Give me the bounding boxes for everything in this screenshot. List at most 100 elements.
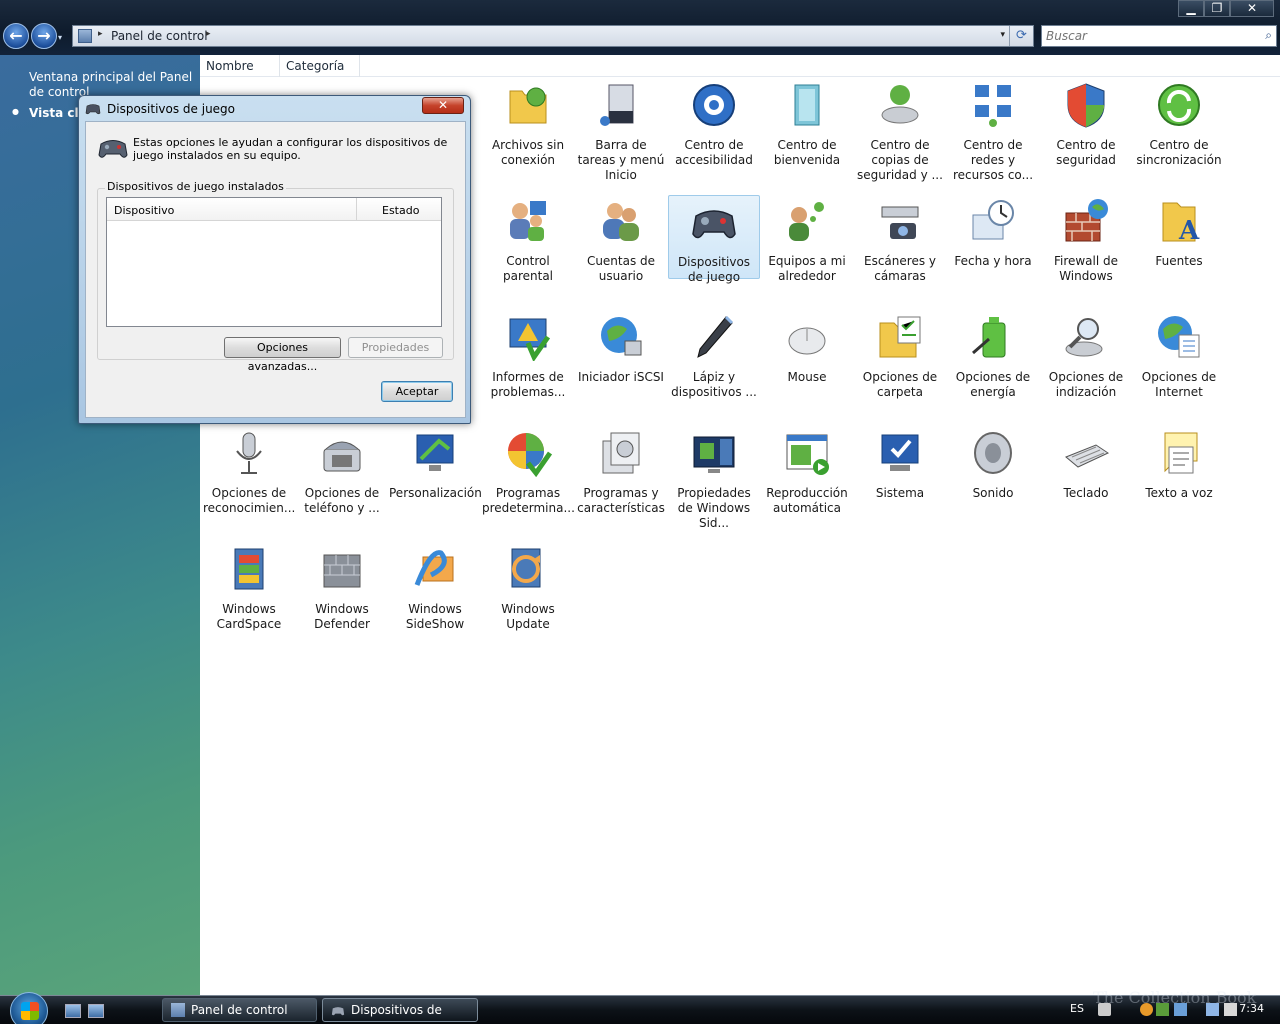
- internet-icon: [1158, 316, 1200, 358]
- dialog-title: Dispositivos de juego: [107, 102, 236, 116]
- taskbar-button-label: Panel de control: [191, 1003, 288, 1017]
- item-label: Opciones de carpeta: [862, 370, 938, 399]
- item-label: Cuentas de usuario: [586, 254, 656, 283]
- gamepad-icon: [85, 104, 101, 115]
- control-panel-item[interactable]: Opciones de Internet: [1133, 311, 1225, 399]
- column-headers: Nombre Categoría: [200, 55, 1280, 77]
- item-label: Windows CardSpace: [216, 602, 282, 631]
- breadcrumb-separator-icon[interactable]: ▸: [206, 29, 211, 39]
- search-box[interactable]: ⌕: [1041, 25, 1277, 47]
- dialog-body: Estas opciones le ayudan a configurar lo…: [85, 121, 466, 418]
- ok-button[interactable]: Aceptar: [381, 381, 453, 402]
- advanced-options-button[interactable]: Opciones avanzadas...: [224, 337, 341, 373]
- search-input[interactable]: [1046, 27, 1246, 45]
- control-panel-item[interactable]: Centro de sincronización: [1133, 79, 1225, 167]
- control-panel-item[interactable]: Windows CardSpace: [203, 543, 295, 631]
- recent-pages-dropdown[interactable]: ▾: [58, 33, 62, 42]
- control-panel-item[interactable]: Centro de bienvenida: [761, 79, 853, 167]
- control-panel-item[interactable]: Opciones de indización: [1040, 311, 1132, 399]
- breadcrumb-separator-icon[interactable]: ▸: [98, 29, 103, 39]
- forward-button[interactable]: →: [31, 23, 57, 49]
- column-header-category[interactable]: Categoría: [280, 55, 360, 77]
- watermark: The Collection Book: [1093, 988, 1257, 1007]
- control-panel-item[interactable]: Programas predetermina...: [482, 427, 575, 515]
- item-label: Propiedades de Windows Sid...: [677, 486, 751, 530]
- control-panel-item[interactable]: Teclado: [1040, 427, 1132, 511]
- control-panel-item[interactable]: A Fuentes: [1133, 195, 1225, 279]
- item-label: Equipos a mi alrededor: [768, 254, 846, 283]
- item-label: Control parental: [502, 254, 554, 283]
- minimize-button[interactable]: ▁: [1178, 0, 1204, 17]
- control-panel-item[interactable]: Opciones de teléfono y ...: [296, 427, 388, 515]
- close-button[interactable]: ✕: [1230, 0, 1274, 17]
- column-header-name[interactable]: Nombre: [200, 55, 280, 77]
- item-label: Reproducción automática: [766, 486, 848, 515]
- iscsi-icon: [601, 317, 642, 356]
- control-panel-item[interactable]: Windows SideShow: [389, 543, 481, 631]
- control-panel-item[interactable]: Sistema: [854, 427, 946, 511]
- switch-windows-icon[interactable]: [88, 1004, 104, 1018]
- taskbar-button-control-panel[interactable]: Panel de control: [162, 998, 317, 1022]
- control-panel-item[interactable]: Personalización: [389, 427, 482, 511]
- control-panel-item[interactable]: Fecha y hora: [947, 195, 1039, 279]
- show-desktop-icon[interactable]: [65, 1004, 81, 1018]
- breadcrumb-control-panel[interactable]: Panel de control: [111, 29, 208, 43]
- control-panel-item[interactable]: Reproducción automática: [761, 427, 853, 515]
- control-panel-item[interactable]: Dispositivos de juego: [668, 195, 760, 284]
- item-label: Fuentes: [1155, 254, 1203, 268]
- autoplay-icon: [786, 434, 829, 475]
- control-panel-item[interactable]: Control parental: [482, 195, 574, 283]
- control-panel-item[interactable]: Propiedades de Windows Sid...: [668, 427, 760, 530]
- control-panel-item[interactable]: Texto a voz: [1133, 427, 1225, 511]
- control-panel-item[interactable]: Equipos a mi alrededor: [761, 195, 853, 283]
- control-panel-item[interactable]: Archivos sin conexión: [482, 79, 574, 167]
- language-indicator[interactable]: ES: [1070, 1002, 1084, 1015]
- control-panel-item[interactable]: Programas y características: [575, 427, 667, 515]
- control-panel-item[interactable]: Lápiz y dispositivos ...: [668, 311, 760, 399]
- control-panel-item[interactable]: Windows Defender: [296, 543, 388, 631]
- update-icon: [511, 548, 541, 588]
- back-button[interactable]: ←: [3, 23, 29, 49]
- search-icon[interactable]: ⌕: [1265, 28, 1272, 43]
- control-panel-item[interactable]: Centro de copias de seguridad y ...: [854, 79, 946, 182]
- item-label: Opciones de Internet: [1141, 370, 1217, 399]
- control-panel-item[interactable]: Centro de redes y recursos co...: [947, 79, 1039, 182]
- system-icon: [881, 434, 919, 471]
- address-dropdown-icon[interactable]: ▾: [1000, 30, 1005, 40]
- column-header-device[interactable]: Dispositivo: [107, 198, 357, 221]
- item-label: Opciones de indización: [1048, 370, 1124, 399]
- svg-text:A: A: [1178, 216, 1200, 245]
- speech-icon: [1164, 432, 1198, 474]
- control-panel-item[interactable]: Opciones de energía: [947, 311, 1039, 399]
- windows-logo-icon: [21, 1002, 39, 1020]
- control-panel-item[interactable]: Opciones de reconocimien...: [203, 427, 295, 515]
- address-bar[interactable]: ▸ Panel de control ▸ ▾ ⟳: [72, 25, 1034, 47]
- control-panel-item[interactable]: Informes de problemas...: [482, 311, 574, 399]
- item-label: Centro de redes y recursos co...: [952, 138, 1034, 182]
- item-label: Windows Update: [501, 602, 555, 631]
- taskbar-button-game-controllers[interactable]: Dispositivos de juego: [322, 998, 478, 1022]
- control-panel-item[interactable]: Cuentas de usuario: [575, 195, 667, 283]
- control-panel-item[interactable]: Escáneres y cámaras: [854, 195, 946, 283]
- control-panel-item[interactable]: Sonido: [947, 427, 1039, 511]
- column-header-status[interactable]: Estado: [357, 198, 441, 221]
- control-panel-item[interactable]: Centro de seguridad: [1040, 79, 1132, 167]
- devices-list[interactable]: Dispositivo Estado: [106, 197, 442, 327]
- item-label: Informes de problemas...: [490, 370, 566, 399]
- control-panel-item[interactable]: Windows Update: [482, 543, 574, 631]
- item-label: Dispositivos de juego: [677, 255, 751, 284]
- item-label: Texto a voz: [1145, 486, 1213, 500]
- control-panel-item[interactable]: Firewall de Windows: [1040, 195, 1132, 283]
- refresh-button[interactable]: ⟳: [1009, 26, 1033, 46]
- control-panel-item[interactable]: Centro de accesibilidad: [668, 79, 760, 167]
- control-panel-item[interactable]: Iniciador iSCSI: [575, 311, 667, 395]
- folder-options-icon: [879, 316, 921, 358]
- properties-button[interactable]: Propiedades: [348, 337, 443, 358]
- maximize-button[interactable]: ❐: [1204, 0, 1230, 17]
- control-panel-item[interactable]: Opciones de carpeta: [854, 311, 946, 399]
- microphone-icon: [236, 432, 262, 474]
- control-panel-item[interactable]: Mouse: [761, 311, 853, 395]
- control-panel-item[interactable]: Barra de tareas y menú Inicio: [575, 79, 667, 182]
- start-button[interactable]: [10, 992, 48, 1024]
- dialog-close-button[interactable]: ✕: [422, 97, 464, 114]
